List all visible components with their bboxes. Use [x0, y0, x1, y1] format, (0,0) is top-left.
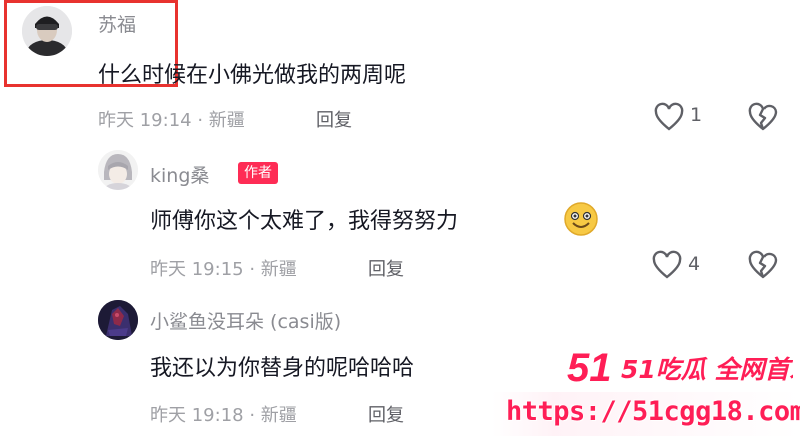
comment-meta: 昨天 19:14 · 新疆: [98, 110, 245, 131]
reply-button[interactable]: 回复: [368, 401, 404, 427]
comment-meta: 昨天 19:18 · 新疆: [150, 405, 297, 426]
broken-heart-icon[interactable]: [747, 102, 779, 132]
comment-username[interactable]: 苏福: [98, 10, 136, 37]
comment-username[interactable]: king桑: [150, 161, 209, 188]
watermark-logo-graphic: 51 51吃瓜 全网首发: [567, 346, 800, 390]
reply-button[interactable]: 回复: [368, 255, 404, 281]
heart-icon[interactable]: [653, 102, 685, 132]
reply-button[interactable]: 回复: [316, 106, 352, 132]
comment-meta: 昨天 19:15 · 新疆: [150, 259, 297, 280]
watermark-logo: 51 51吃瓜 全网首发: [563, 345, 800, 390]
comment-text: 我还以为你替身的呢哈哈哈: [150, 356, 415, 381]
heart-icon[interactable]: [651, 250, 683, 280]
avatar[interactable]: [98, 150, 138, 190]
comment-item: 苏福 什么时候在小佛光做我的两周呢 昨天 19:14 · 新疆 回复 1: [0, 0, 800, 140]
svg-text:51吃瓜 全网首发: 51吃瓜 全网首发: [621, 355, 793, 384]
comment-username[interactable]: 小鲨鱼没耳朵 (casi版): [150, 307, 341, 334]
watermark-url-text: https://51cgg18.com: [506, 396, 800, 427]
like-count: 1: [690, 104, 703, 126]
broken-heart-icon[interactable]: [747, 250, 779, 280]
comment-text: 师傅你这个太难了，我得努努力: [150, 209, 459, 234]
watermark-url: https://51cgg18.com: [492, 392, 800, 436]
author-badge: 作者: [238, 162, 278, 184]
like-count: 4: [688, 253, 701, 275]
comment-text: 什么时候在小佛光做我的两周呢: [98, 63, 407, 88]
svg-text:51: 51: [567, 346, 612, 389]
smile-emoji-icon: [564, 202, 598, 236]
avatar[interactable]: [98, 300, 138, 340]
comment-item: king桑 作者 师傅你这个太难了，我得努努力 昨天 19:15 · 新疆 回复…: [0, 150, 800, 290]
